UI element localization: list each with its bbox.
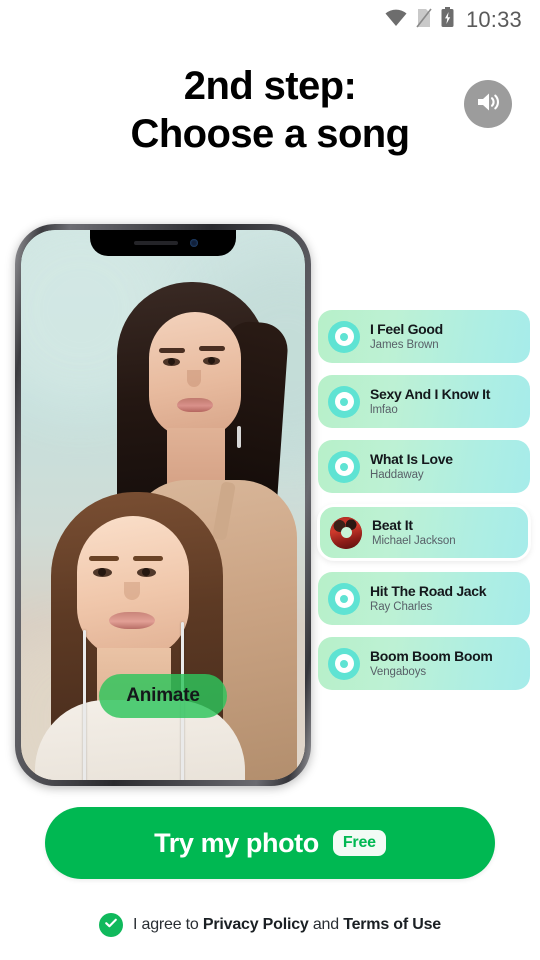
- consent-prefix: I agree to: [133, 916, 203, 933]
- song-artist: Haddaway: [370, 468, 424, 481]
- phone-bezel: Animate: [21, 230, 305, 780]
- notch-speaker-grille: [134, 241, 178, 245]
- song-artist: lmfao: [370, 403, 398, 416]
- song-artist: Michael Jackson: [372, 534, 456, 547]
- song-card-boom-boom-boom[interactable]: Boom Boom Boom Vengaboys: [318, 637, 530, 690]
- photo-person-front-nose: [124, 582, 140, 600]
- page-title-line-1: 2nd step:: [183, 64, 357, 108]
- song-title: I Feel Good: [370, 320, 443, 337]
- photo-person-front-brow-left: [89, 556, 119, 561]
- song-text: Hit The Road Jack Ray Charles: [370, 582, 487, 614]
- photo-person-front-lips: [109, 612, 155, 629]
- phone-mockup: Animate: [15, 224, 311, 786]
- terms-of-use-link[interactable]: Terms of Use: [343, 916, 441, 933]
- song-card-what-is-love[interactable]: What Is Love Haddaway: [318, 440, 530, 493]
- photo-person-front-pupil-right: [142, 568, 150, 576]
- page-title-line-2: Choose a song: [130, 112, 411, 156]
- photo-preview: Animate: [21, 230, 305, 780]
- photo-person-back-nose: [187, 370, 201, 387]
- song-title: What Is Love: [370, 450, 453, 467]
- consent-checkbox[interactable]: [99, 913, 124, 937]
- photo-earphone-cable-left: [83, 630, 86, 780]
- photo-person-back-brow-right: [199, 346, 225, 351]
- song-text: What Is Love Haddaway: [370, 451, 453, 482]
- header: 2nd step: Choose a song: [0, 62, 540, 182]
- song-card-hit-the-road-jack[interactable]: Hit The Road Jack Ray Charles: [318, 572, 530, 625]
- vinyl-disc-icon: [328, 320, 360, 353]
- song-title: Boom Boom Boom: [370, 647, 493, 664]
- sound-toggle-button[interactable]: [464, 80, 512, 128]
- wifi-icon: [385, 9, 407, 32]
- status-bar: 10:33: [0, 0, 540, 40]
- front-camera-icon: [190, 239, 198, 247]
- consent-row: I agree to Privacy Policy and Terms of U…: [0, 905, 540, 945]
- vinyl-disc-icon: [328, 582, 360, 615]
- battery-charging-icon: [441, 7, 454, 33]
- song-artist: Vengaboys: [370, 665, 427, 678]
- status-bar-clock: 10:33: [465, 7, 522, 32]
- song-title: Beat It: [372, 516, 413, 533]
- cta-label: Try my photo: [154, 827, 319, 858]
- speaker-volume-icon: [475, 90, 501, 119]
- vinyl-disc-icon: [328, 647, 360, 680]
- song-title: Sexy And I Know It: [370, 385, 491, 402]
- photo-person-back-pupil-left: [168, 358, 175, 365]
- album-art-icon: [330, 516, 362, 549]
- song-list: I Feel Good James Brown Sexy And I Know …: [318, 310, 530, 690]
- check-circle-icon: [104, 916, 118, 935]
- app-screen: 10:33 2nd step: Choose a song Animate I …: [0, 0, 540, 960]
- animate-button[interactable]: Animate: [99, 674, 227, 718]
- song-card-i-feel-good[interactable]: I Feel Good James Brown: [318, 310, 530, 363]
- vinyl-disc-icon: [328, 385, 360, 418]
- photo-person-back-lips: [177, 398, 213, 412]
- consent-conjunction: and: [308, 916, 344, 933]
- photo-person-front-brow-right: [133, 556, 163, 561]
- song-text: Beat It Michael Jackson: [372, 517, 456, 548]
- phone-notch: [90, 230, 236, 256]
- song-text: Boom Boom Boom Vengaboys: [370, 648, 493, 679]
- photo-person-front-pupil-left: [98, 568, 106, 576]
- sim-card-off-icon: [416, 8, 432, 33]
- photo-earring: [237, 426, 241, 448]
- song-artist: James Brown: [370, 338, 439, 351]
- vinyl-disc-icon: [328, 450, 360, 483]
- photo-person-back-brow-left: [159, 348, 185, 353]
- song-title: Hit The Road Jack: [370, 582, 487, 599]
- photo-person-back-pupil-right: [208, 357, 215, 364]
- song-card-sexy-and-i-know-it[interactable]: Sexy And I Know It lmfao: [318, 375, 530, 428]
- consent-text: I agree to Privacy Policy and Terms of U…: [133, 916, 441, 934]
- song-artist: Ray Charles: [370, 600, 433, 613]
- free-badge: Free: [332, 830, 386, 856]
- song-text: Sexy And I Know It lmfao: [370, 386, 490, 417]
- song-card-beat-it[interactable]: Beat It Michael Jackson: [318, 505, 530, 560]
- privacy-policy-link[interactable]: Privacy Policy: [203, 916, 309, 933]
- page-title: 2nd step: Choose a song: [0, 62, 540, 158]
- song-text: I Feel Good James Brown: [370, 321, 443, 352]
- try-my-photo-button[interactable]: Try my photo Free: [45, 807, 495, 879]
